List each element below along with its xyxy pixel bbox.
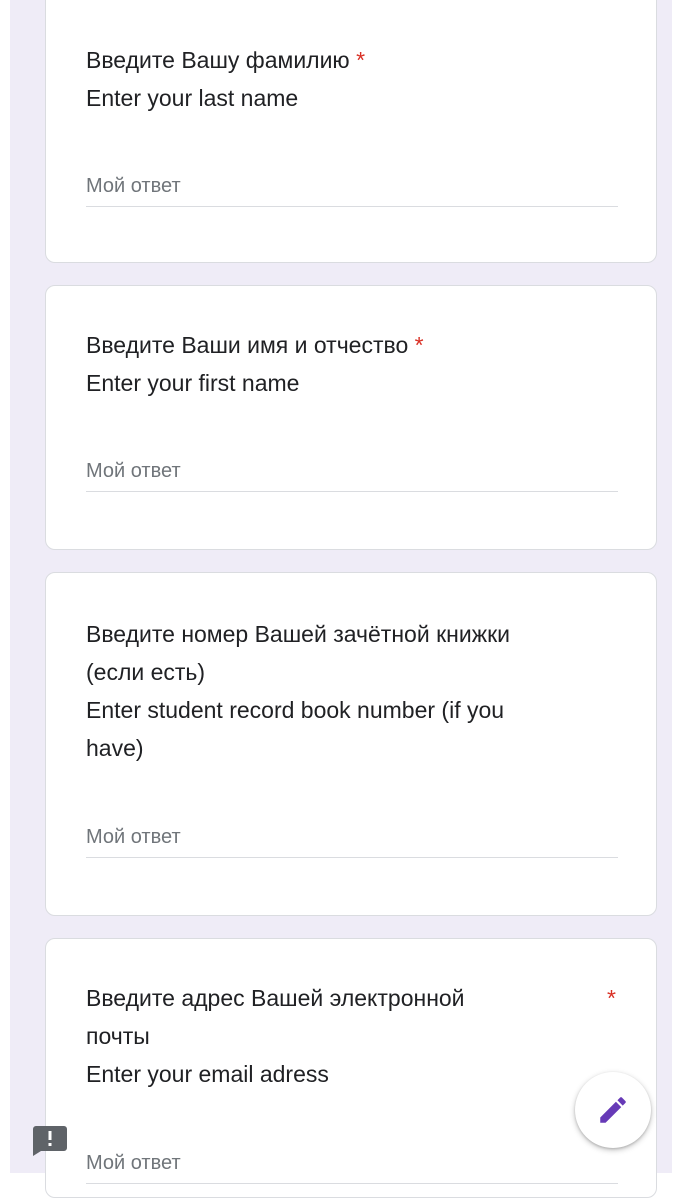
- question-title-ru-line1: Введите номер Вашей зачётной книжки: [86, 621, 510, 647]
- question-title-ru-line2: (если есть): [86, 659, 206, 685]
- question-title-ru: Введите Вашу фамилию: [86, 47, 350, 73]
- question-title-en-line2: have): [86, 735, 144, 761]
- question-title-ru: Введите Ваши имя и отчество: [86, 332, 409, 358]
- question-title-ru-line2: почты: [86, 1023, 150, 1049]
- required-asterisk: *: [356, 47, 366, 73]
- email-input[interactable]: Мой ответ: [86, 1152, 618, 1184]
- question-title-en: Enter your last name: [86, 85, 299, 111]
- question-title-ru-line1: Введите адрес Вашей электронной: [86, 985, 465, 1011]
- question-title-en: Enter your first name: [86, 370, 300, 396]
- question-title-en: Enter your email adress: [86, 1061, 329, 1087]
- question-title: Введите адрес Вашей электронной почты En…: [86, 979, 616, 1093]
- question-card-first-name: Введите Ваши имя и отчество * Enter your…: [45, 285, 657, 550]
- record-book-input[interactable]: Мой ответ: [86, 826, 618, 858]
- question-card-last-name: Введите Вашу фамилию * Enter your last n…: [45, 0, 657, 263]
- pencil-icon: [600, 1097, 626, 1123]
- feedback-button[interactable]: [33, 1126, 67, 1156]
- question-card-email: Введите адрес Вашей электронной почты En…: [45, 938, 657, 1198]
- question-title: Введите Вашу фамилию * Enter your last n…: [86, 41, 616, 117]
- question-title: Введите номер Вашей зачётной книжки (есл…: [86, 615, 616, 767]
- required-asterisk: *: [607, 985, 616, 1011]
- feedback-icon: [33, 1126, 67, 1156]
- question-title-en-line1: Enter student record book number (if you: [86, 697, 505, 723]
- last-name-input[interactable]: Мой ответ: [86, 175, 618, 207]
- required-asterisk: *: [414, 332, 424, 358]
- question-card-record-book: Введите номер Вашей зачётной книжки (есл…: [45, 572, 657, 916]
- question-title: Введите Ваши имя и отчество * Enter your…: [86, 326, 616, 402]
- first-name-input[interactable]: Мой ответ: [86, 460, 618, 492]
- edit-fab-button[interactable]: [575, 1072, 651, 1148]
